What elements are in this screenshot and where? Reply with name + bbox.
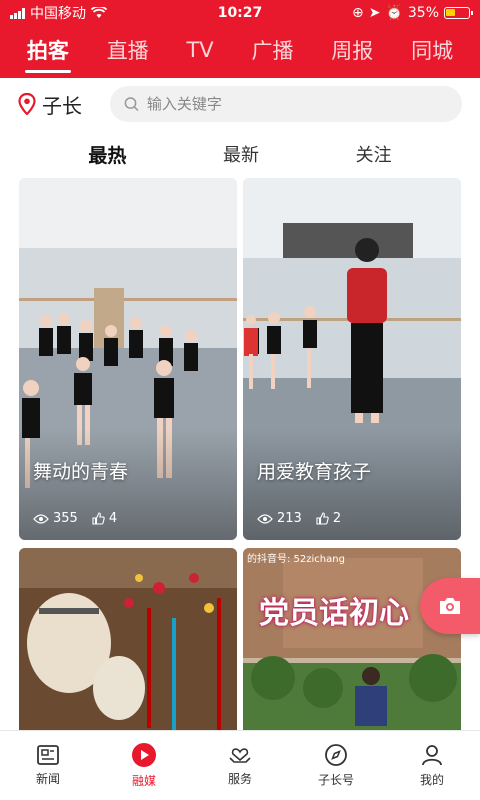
tab-radio[interactable]: 广播 — [245, 29, 299, 75]
tab-paike[interactable]: 拍客 — [21, 29, 75, 75]
news-icon — [37, 745, 59, 765]
thumbs-up-icon — [316, 512, 329, 525]
alarm-icon: ⏰ — [385, 5, 403, 21]
like-count: 2 — [332, 511, 342, 526]
wifi-icon — [91, 7, 107, 18]
nav-service[interactable]: 服务 — [200, 744, 280, 787]
like-count: 4 — [108, 511, 118, 526]
camera-icon — [440, 598, 460, 614]
nav-label: 子长号 — [317, 773, 354, 787]
service-heart-icon — [229, 748, 251, 763]
tab-hottest[interactable]: 最热 — [88, 141, 126, 168]
tab-following[interactable]: 关注 — [356, 141, 392, 167]
view-count: 355 — [53, 511, 78, 526]
eye-icon — [33, 513, 49, 524]
status-time: 10:27 — [217, 5, 263, 21]
search-icon — [124, 97, 139, 112]
video-grid: 舞动的青春 355 4 用爱教育孩子 213 2 的抖音号: 52zichang… — [0, 178, 480, 730]
eye-icon — [257, 513, 273, 524]
location-label: 子长 — [42, 93, 82, 118]
card-title: 舞动的青春 — [33, 461, 129, 483]
nav-label: 新闻 — [35, 772, 60, 786]
location-selector[interactable]: 子长 — [18, 90, 110, 119]
lock-rotation-icon: ⊕ — [351, 5, 364, 21]
camera-button[interactable] — [420, 578, 480, 634]
card-meta: 213 2 — [257, 511, 341, 526]
compass-icon — [325, 744, 347, 766]
search-row: 子长 — [0, 78, 480, 130]
battery-icon — [444, 7, 473, 19]
nav-zichang-hao[interactable]: 子长号 — [296, 743, 376, 788]
video-card[interactable]: 舞动的青春 355 4 — [19, 178, 237, 540]
card-thumbnail — [19, 548, 237, 730]
tab-live[interactable]: 直播 — [101, 29, 155, 75]
location-arrow-icon: ➤ — [368, 5, 381, 21]
location-pin-icon — [18, 93, 36, 115]
play-icon — [132, 743, 156, 767]
watermark-text: 的抖音号: 52zichang — [247, 554, 345, 565]
carrier-label: 中国移动 — [30, 6, 86, 22]
tab-tv[interactable]: TV — [180, 32, 219, 72]
card-title: 用爱教育孩子 — [257, 461, 372, 483]
nav-label: 服务 — [227, 772, 252, 786]
video-card[interactable]: 用爱教育孩子 213 2 — [243, 178, 461, 540]
video-card[interactable]: 的抖音号: 52zichang 党员话初心 — [243, 548, 461, 730]
search-box[interactable] — [110, 86, 462, 122]
bottom-nav: 新闻 融媒 服务 子长号 我的 — [0, 730, 480, 800]
card-thumbnail — [19, 178, 237, 540]
card-thumbnail — [243, 178, 461, 540]
video-card[interactable] — [19, 548, 237, 730]
card-meta: 355 4 — [33, 511, 117, 526]
nav-label: 融媒 — [131, 774, 156, 788]
tab-local[interactable]: 同城 — [405, 29, 459, 75]
signal-icon — [10, 7, 25, 19]
search-input[interactable] — [146, 95, 448, 113]
top-tab-bar: 拍客 直播 TV 广播 周报 同城 — [0, 26, 480, 78]
tab-latest[interactable]: 最新 — [223, 141, 259, 167]
nav-news[interactable]: 新闻 — [8, 744, 88, 787]
nav-media[interactable]: 融媒 — [104, 742, 184, 789]
card-thumbnail — [243, 548, 461, 730]
status-bar: 中国移动 10:27 ⊕ ➤ ⏰ 35% — [0, 0, 480, 26]
battery-percent: 35% — [407, 5, 439, 21]
nav-mine[interactable]: 我的 — [392, 743, 472, 788]
tab-weekly[interactable]: 周报 — [325, 29, 379, 75]
view-count: 213 — [277, 511, 302, 526]
user-icon — [422, 745, 442, 766]
sub-tab-bar: 最热 最新 关注 — [0, 130, 480, 178]
nav-label: 我的 — [419, 773, 444, 787]
thumbs-up-icon — [92, 512, 105, 525]
overlay-title: 党员话初心 — [259, 596, 409, 631]
